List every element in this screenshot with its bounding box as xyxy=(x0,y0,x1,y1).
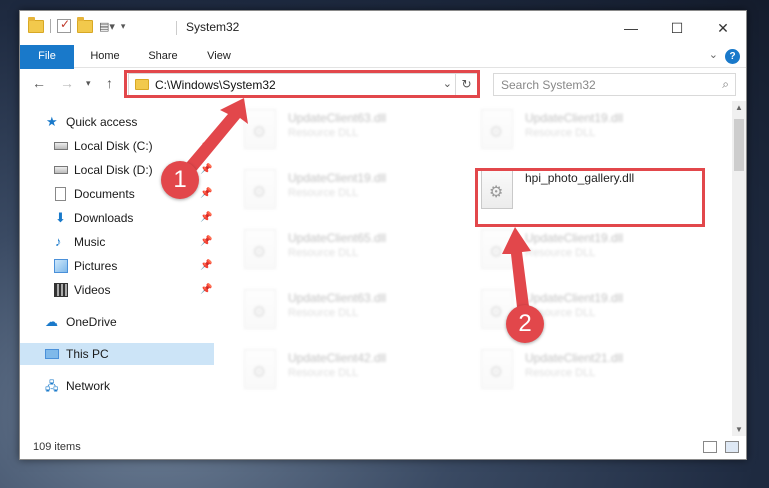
arrow-2 xyxy=(502,227,531,316)
step-badge-2: 2 xyxy=(506,305,544,343)
annotation-arrows xyxy=(182,98,531,316)
step-badge-1: 1 xyxy=(161,161,199,199)
